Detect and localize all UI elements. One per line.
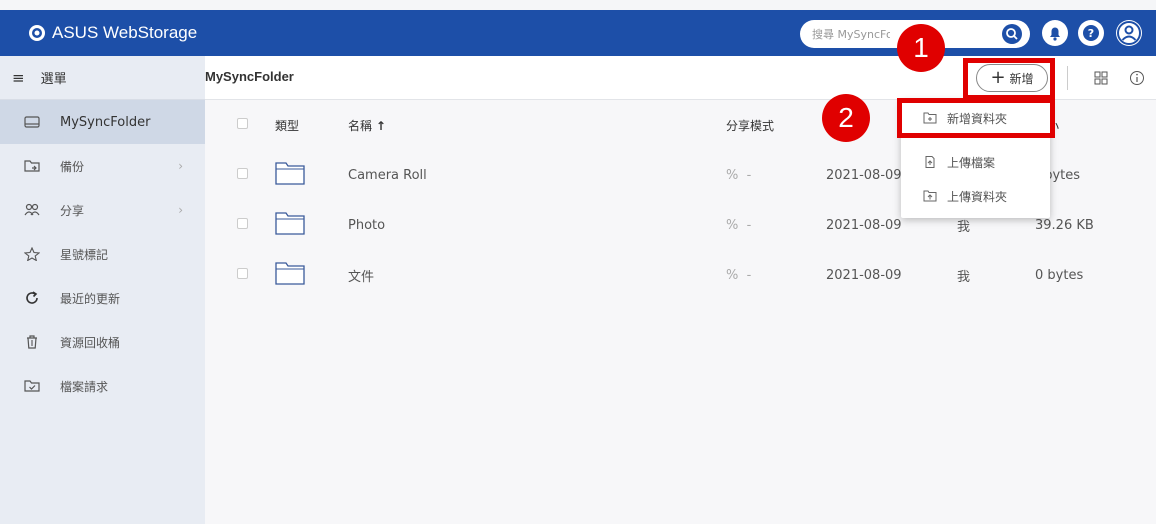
modified-date: 2021-08-09 — [826, 267, 902, 283]
sidebar-item-label: 最近的更新 — [60, 291, 121, 306]
sidebar-item-label: 檔案請求 — [60, 379, 109, 394]
file-size: 0 bytes — [1035, 267, 1084, 283]
breadcrumb[interactable]: MySyncFolder — [205, 69, 294, 84]
sidebar-item-label: MySyncFolder — [60, 114, 151, 130]
share-mode: - — [746, 167, 752, 183]
refresh-icon — [26, 291, 38, 304]
sidebar-item-mysyncfolder[interactable]: MySyncFolder — [0, 100, 205, 144]
file-size: 39.26 KB — [1035, 217, 1094, 233]
info-icon[interactable] — [1129, 70, 1145, 86]
row-checkbox[interactable] — [237, 267, 248, 279]
step-badge-2: 2 — [822, 94, 870, 142]
file-name[interactable]: Camera Roll — [348, 150, 726, 200]
sidebar-item-label: 備份 — [60, 159, 85, 174]
sidebar-item-starred[interactable]: 星號標記 — [0, 232, 205, 276]
search-icon[interactable] — [1002, 24, 1022, 44]
menu-item-upload-file[interactable]: 上傳檔案 — [901, 146, 1050, 178]
share-mode: - — [746, 217, 752, 233]
owner: 我 — [957, 269, 971, 285]
divider — [1067, 66, 1068, 90]
share-icon — [24, 203, 40, 216]
menu-label: 選單 — [40, 72, 67, 87]
upload-folder-icon — [923, 190, 937, 202]
sidebar-menu-toggle[interactable]: ≡ 選單 — [0, 56, 205, 100]
table-row[interactable]: 文件 % - 2021-08-09 我 0 bytes — [205, 250, 1156, 300]
drive-icon — [24, 116, 40, 128]
menu-item-upload-folder[interactable]: 上傳資料夾 — [901, 180, 1050, 212]
asus-logo-icon — [29, 25, 45, 41]
link-icon: % — [726, 167, 739, 183]
backup-icon — [24, 160, 40, 172]
bell-icon[interactable] — [1042, 20, 1068, 46]
star-icon — [24, 247, 40, 261]
app-brand[interactable]: ASUS WebStorage — [28, 10, 197, 56]
highlight-add-button — [963, 58, 1055, 100]
request-icon — [24, 380, 40, 392]
file-size: ) bytes — [1035, 167, 1081, 183]
sidebar-item-label: 分享 — [60, 203, 85, 218]
highlight-new-folder — [897, 98, 1055, 138]
link-icon: % — [726, 267, 739, 283]
chevron-right-icon: › — [178, 203, 183, 217]
svg-text:?: ? — [1088, 27, 1094, 40]
sidebar-item-label: 資源回收桶 — [60, 335, 121, 350]
column-name[interactable]: 名稱 ↑ — [348, 100, 726, 150]
row-checkbox[interactable] — [237, 217, 248, 229]
sidebar-item-share[interactable]: 分享 › — [0, 188, 205, 232]
step-badge-1: 1 — [897, 24, 945, 72]
app-title: ASUS WebStorage — [52, 23, 198, 42]
folder-icon — [275, 212, 305, 235]
trash-icon — [27, 335, 37, 349]
file-name[interactable]: Photo — [348, 200, 726, 250]
select-all-checkbox[interactable] — [237, 117, 248, 129]
sidebar-item-file-request[interactable]: 檔案請求 — [0, 364, 205, 408]
link-icon: % — [726, 217, 739, 233]
top-bar: ASUS WebStorage 搜尋 MySyncFolder ? — [0, 10, 1156, 56]
row-checkbox[interactable] — [237, 167, 248, 179]
menu-item-label: 上傳資料夾 — [947, 189, 1008, 204]
folder-icon — [275, 262, 305, 285]
sidebar-item-label: 星號標記 — [60, 247, 109, 262]
column-name-label: 名稱 — [348, 118, 373, 133]
user-icon[interactable] — [1116, 20, 1142, 46]
column-type[interactable]: 類型 — [275, 100, 348, 150]
search-placeholder: 搜尋 MySyncFolder — [812, 28, 890, 41]
chevron-right-icon: › — [178, 159, 183, 173]
file-name[interactable]: 文件 — [348, 250, 726, 300]
sort-arrow-up-icon: ↑ — [375, 118, 386, 133]
share-mode: - — [746, 267, 752, 283]
hamburger-icon[interactable]: ≡ — [12, 69, 25, 87]
column-share-mode[interactable]: 分享模式 — [726, 100, 826, 150]
menu-item-label: 上傳檔案 — [947, 155, 996, 170]
sidebar: ≡ 選單 MySyncFolder 備份 › 分享 › 星號標記 最近的更新 資… — [0, 56, 205, 524]
grid-view-icon[interactable] — [1094, 71, 1108, 85]
sidebar-item-recent[interactable]: 最近的更新 — [0, 276, 205, 320]
upload-file-icon — [925, 156, 935, 168]
folder-icon — [275, 162, 305, 185]
sidebar-item-trash[interactable]: 資源回收桶 — [0, 320, 205, 364]
help-icon[interactable]: ? — [1078, 20, 1104, 46]
sidebar-item-backup[interactable]: 備份 › — [0, 144, 205, 188]
